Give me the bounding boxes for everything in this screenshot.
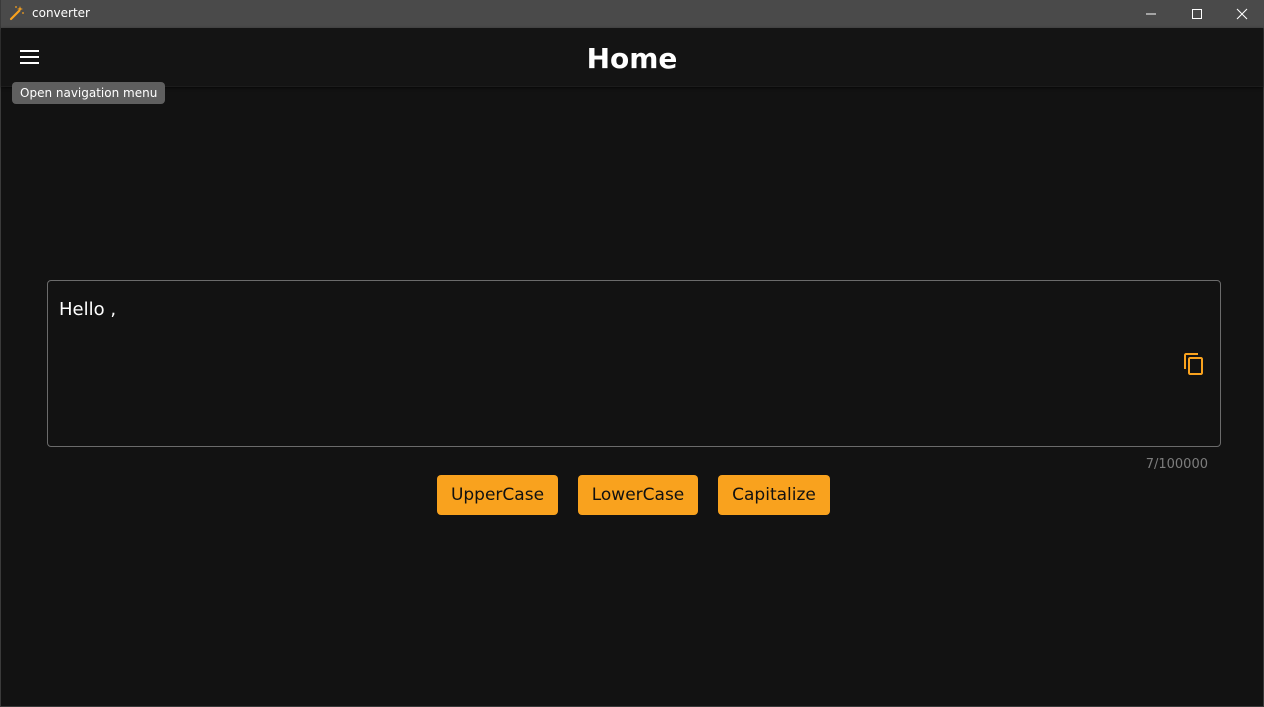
page-title: Home: [586, 42, 678, 75]
character-counter: 7/100000: [1145, 457, 1208, 472]
text-input-area[interactable]: Hello ,: [47, 280, 1221, 447]
uppercase-button[interactable]: UpperCase: [437, 475, 558, 515]
close-window-button[interactable]: [1219, 0, 1264, 28]
minimize-icon: [1146, 13, 1156, 15]
app-window: converter Home Open navigation menu Hell…: [0, 0, 1264, 707]
lowercase-button[interactable]: LowerCase: [578, 475, 698, 515]
copy-button[interactable]: [1182, 352, 1206, 376]
text-input-value[interactable]: Hello ,: [59, 298, 116, 322]
window-title: converter: [32, 6, 90, 20]
app-bar: Home: [1, 28, 1263, 87]
capitalize-button[interactable]: Capitalize: [718, 475, 830, 515]
minimize-button[interactable]: [1128, 0, 1174, 28]
maximize-icon: [1192, 9, 1202, 19]
close-icon: [1236, 8, 1248, 20]
maximize-button[interactable]: [1174, 0, 1220, 28]
magic-wand-icon: [9, 5, 25, 21]
title-bar[interactable]: converter: [1, 0, 1264, 28]
copy-icon: [1184, 353, 1203, 375]
navigation-menu-tooltip: Open navigation menu: [12, 82, 166, 104]
